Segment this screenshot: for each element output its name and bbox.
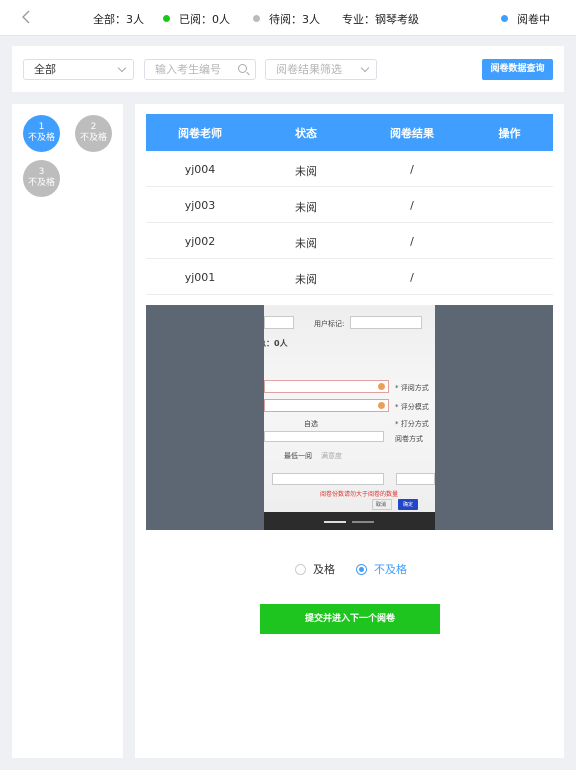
table-row: yj002 未阅 / (146, 223, 553, 259)
radio-pass[interactable]: 及格 (295, 561, 335, 577)
cell-teacher: yj003 (184, 199, 216, 212)
candidate-result: 不及格 (27, 178, 55, 188)
cell-status: 未阅 (295, 237, 317, 250)
result-filter-placeholder: 阅卷结果筛选 (276, 63, 342, 76)
main-panel: 阅卷老师 状态 阅卷结果 操作 yj004 未阅 / yj003 未阅 / yj… (135, 104, 564, 758)
submit-next-button[interactable]: 提交并进入下一个阅卷 (260, 604, 440, 634)
photo-warning-dot-icon (378, 383, 385, 390)
candidate-result: 不及格 (79, 133, 107, 143)
photo-number-input (272, 473, 384, 485)
photo-count: 总：0人 (264, 339, 288, 348)
photo-indicator (324, 521, 346, 523)
photo-field-3: * 打分方式 (395, 420, 429, 428)
cell-result: / (410, 271, 414, 284)
pending-dot-icon (253, 15, 260, 22)
scope-select[interactable]: 全部 (23, 59, 134, 80)
photo-cancel-label: 取消 (376, 502, 387, 508)
submission-image[interactable]: 用户标记: 总：0人 * 评阅方式 * 评分模式 * 打分方式 阅卷方式 自选 … (146, 305, 553, 530)
phone-screen-photo: 用户标记: 总：0人 * 评阅方式 * 评分模式 * 打分方式 阅卷方式 自选 … (264, 305, 435, 530)
radio-pass-label: 及格 (313, 563, 335, 576)
pending-count-label: 待阅：3人 (269, 13, 320, 26)
photo-red-input (264, 399, 389, 412)
chevron-down-icon (360, 63, 370, 73)
read-dot-icon (163, 15, 170, 22)
radio-fail-label: 不及格 (374, 563, 407, 576)
radio-unchecked-icon (295, 564, 306, 575)
student-number-placeholder: 输入考生编号 (155, 63, 221, 76)
photo-indicator (352, 521, 374, 523)
table-header: 阅卷老师 状态 阅卷结果 操作 (146, 114, 553, 151)
photo-label-mark: 用户标记: (314, 320, 345, 328)
table-row: yj003 未阅 / (146, 187, 553, 223)
major-label: 专业：钢琴考级 (342, 13, 419, 26)
candidate-number: 1 (38, 122, 45, 132)
cell-teacher: yj004 (184, 163, 216, 176)
grading-status: 阅卷中 (501, 11, 550, 27)
photo-field-1: * 评阅方式 (395, 384, 429, 392)
status-dot-icon (501, 15, 508, 22)
photo-option-1: 自选 (304, 420, 318, 428)
photo-red-input (264, 380, 389, 393)
photo-bottom-bar (264, 512, 435, 530)
header-status: 状态 (295, 127, 317, 140)
radio-fail[interactable]: 不及格 (356, 561, 407, 577)
photo-confirm-label: 确定 (403, 502, 414, 508)
candidate-3[interactable]: 3 不及格 (23, 160, 60, 197)
header-action: 操作 (498, 127, 521, 140)
photo-select-box (264, 431, 384, 442)
search-icon (238, 64, 247, 73)
cell-result: / (410, 163, 414, 176)
photo-warning-text: 阅卷份数请勿大于阅卷的数量 (320, 491, 399, 498)
candidate-number: 3 (38, 167, 45, 177)
header-result: 阅卷结果 (390, 127, 434, 140)
table-row: yj001 未阅 / (146, 259, 553, 295)
total-count: 全部：3人 (93, 13, 144, 26)
photo-warning-dot-icon (378, 402, 385, 409)
cell-result: / (410, 235, 414, 248)
cell-status: 未阅 (295, 165, 317, 178)
cell-result: / (410, 199, 414, 212)
chevron-left-icon[interactable] (22, 10, 36, 26)
read-count-label: 已阅：0人 (179, 13, 230, 26)
cell-teacher: yj001 (184, 271, 216, 284)
candidate-1[interactable]: 1 不及格 (23, 115, 60, 152)
pending-count: 待阅：3人 (253, 11, 320, 27)
cell-status: 未阅 (295, 201, 317, 214)
candidate-2[interactable]: 2 不及格 (75, 115, 112, 152)
photo-field-4: 阅卷方式 (395, 435, 423, 443)
result-filter-select[interactable]: 阅卷结果筛选 (265, 59, 377, 80)
grading-status-label: 阅卷中 (517, 13, 550, 26)
photo-option-2: 最低一阅 (284, 452, 312, 460)
photo-field-2: * 评分模式 (395, 403, 429, 411)
table-row: yj004 未阅 / (146, 151, 553, 187)
read-count: 已阅：0人 (163, 11, 230, 27)
candidate-panel: 1 不及格 2 不及格 3 不及格 (12, 104, 123, 758)
radio-checked-icon (356, 564, 367, 575)
top-bar: 全部：3人 已阅：0人 待阅：3人 专业：钢琴考级 阅卷中 (0, 0, 576, 36)
photo-input-box (350, 316, 422, 329)
chevron-down-icon (117, 63, 127, 73)
photo-option-3: 满意度 (321, 452, 342, 460)
query-button[interactable]: 阅卷数据查询 (482, 59, 553, 80)
cell-status: 未阅 (295, 273, 317, 286)
candidate-number: 2 (90, 122, 97, 132)
header-teacher: 阅卷老师 (178, 127, 222, 140)
photo-select-box (264, 316, 294, 329)
cell-teacher: yj002 (184, 235, 216, 248)
scope-select-value: 全部 (34, 63, 56, 76)
photo-number-input (396, 473, 435, 485)
filter-bar: 全部 输入考生编号 阅卷结果筛选 阅卷数据查询 (12, 46, 564, 92)
candidate-result: 不及格 (27, 133, 55, 143)
student-number-input[interactable]: 输入考生编号 (144, 59, 256, 80)
